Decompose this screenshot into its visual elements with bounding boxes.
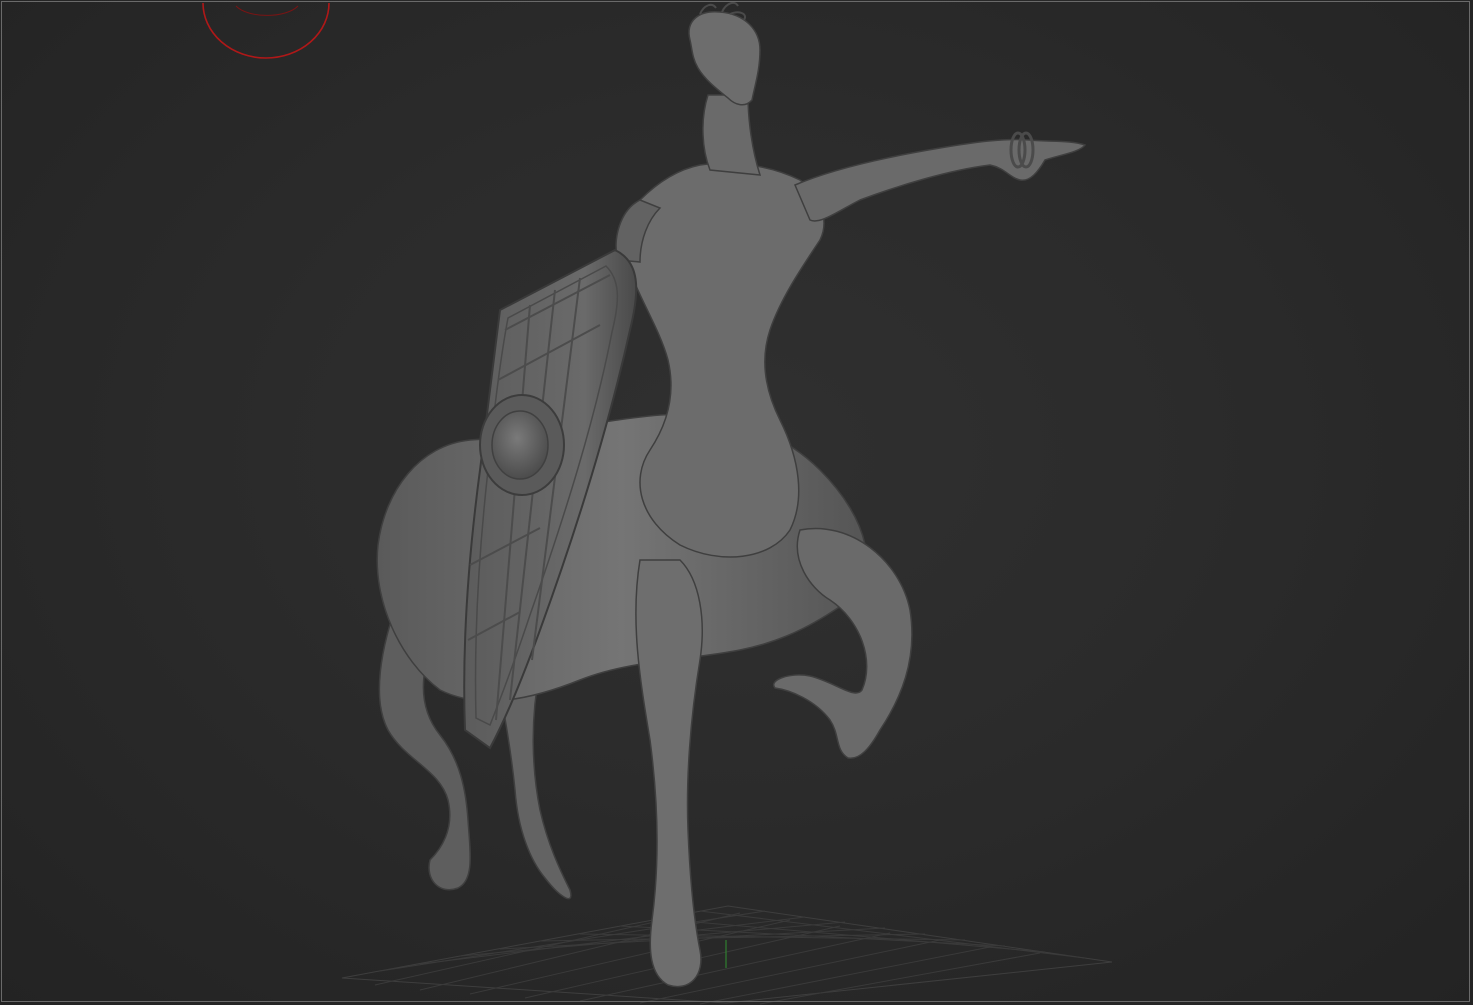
ground-grid [341,905,1113,1005]
3d-viewport[interactable] [0,0,1473,1005]
navigation-gizmo[interactable] [202,2,330,59]
centaur-model[interactable] [376,1,1087,988]
viewport-scene [202,1,1113,1005]
